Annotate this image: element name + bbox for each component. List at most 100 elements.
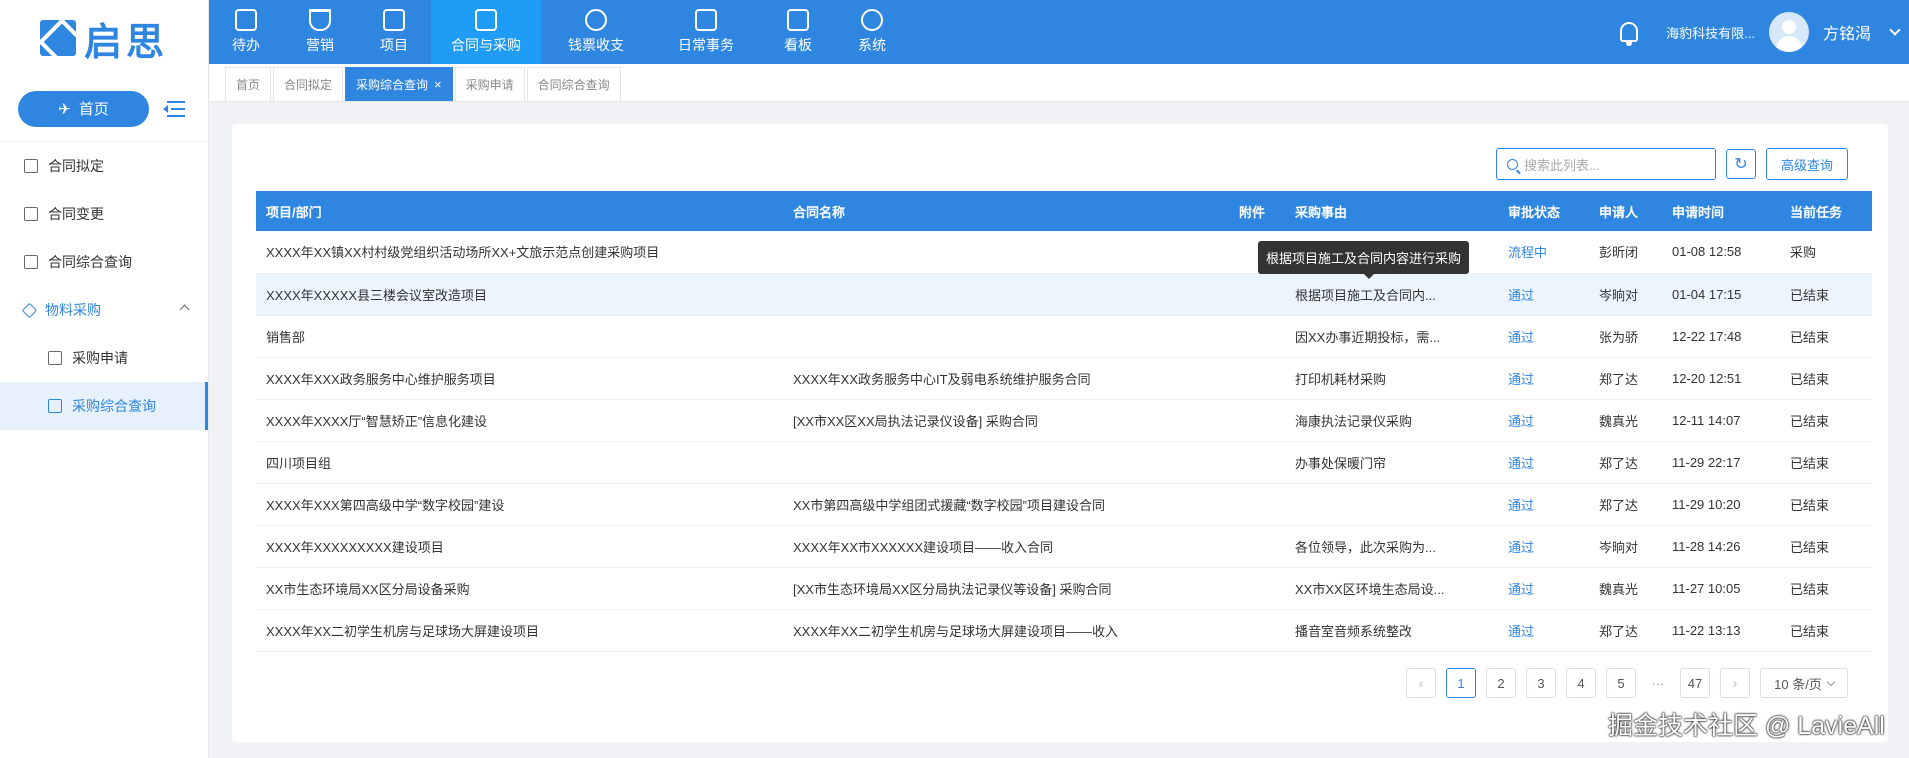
column-header[interactable]: 审批状态 [1498, 191, 1589, 231]
contract-settings-icon [475, 9, 497, 31]
table-row[interactable]: XXXX年XX二初学生机房与足球场大屏建设项目 XXXX年XX二初学生机房与足球场… [256, 609, 1872, 652]
column-header[interactable]: 当前任务 [1780, 191, 1872, 231]
sidebar-item-label: 合同综合查询 [48, 254, 132, 270]
cell-reason: 根据项目施工及合同内... [1285, 273, 1498, 316]
table-row[interactable]: XXXX年XX镇XX村村级党组织活动场所XX+文旅示范点创建采购项目 流程中 彭昕闭… [256, 231, 1872, 274]
cell-attach [1229, 399, 1285, 442]
tab-purchase-query[interactable]: 采购综合查询 × [345, 67, 453, 101]
cell-status[interactable]: 通过 [1498, 567, 1589, 610]
refresh-icon: ↻ [1734, 156, 1748, 173]
page-ellipsis[interactable]: ··· [1646, 668, 1670, 698]
cell-status[interactable]: 通过 [1498, 399, 1589, 442]
close-icon[interactable]: × [434, 77, 442, 92]
sidebar-item-purchase-query[interactable]: 采购综合查询 [0, 382, 208, 430]
logo[interactable]: 启思 [0, 0, 208, 76]
column-header[interactable]: 申请人 [1589, 191, 1662, 231]
column-header[interactable]: 采购事由 [1285, 191, 1498, 231]
page-button[interactable]: 4 [1566, 668, 1596, 698]
table-row[interactable]: XXXX年XXXXX县三楼会议室改造项目 根据项目施工及合同内... 通过 岑晌对 01… [256, 273, 1872, 316]
column-header[interactable]: 合同名称 [783, 191, 1229, 231]
tab-label: 采购综合查询 [356, 78, 429, 92]
next-page-button[interactable]: › [1720, 668, 1750, 698]
sidebar-item-contract-query[interactable]: 合同综合查询 [0, 238, 208, 286]
column-header[interactable]: 申请时间 [1662, 191, 1780, 231]
company-selector[interactable]: 海豹科技有限... [1666, 23, 1755, 42]
cell-status[interactable]: 流程中 [1498, 231, 1589, 274]
prev-page-button[interactable]: ‹ [1406, 668, 1436, 698]
cell-applicant: 郑了达 [1589, 441, 1662, 484]
cell-task: 已结束 [1780, 441, 1872, 484]
page-size-select[interactable]: 10 条/页 [1760, 668, 1848, 698]
table-row[interactable]: 四川项目组 办事处保暖门帘 通过 郑了达 11-29 22:17 已结束 [256, 441, 1872, 484]
search-input[interactable]: 搜索此列表... [1495, 148, 1716, 180]
cell-project: 销售部 [256, 315, 783, 358]
tab-contract-query[interactable]: 合同综合查询 [526, 67, 621, 101]
chevron-down-icon[interactable] [1889, 24, 1901, 36]
username[interactable]: 方铭渴 [1823, 20, 1871, 44]
nav-contract-purchase[interactable]: 合同与采购 [431, 0, 541, 64]
avatar[interactable] [1768, 12, 1809, 52]
cell-reason: 因XX办事近期投标，需... [1285, 315, 1498, 358]
cell-status[interactable]: 通过 [1498, 441, 1589, 484]
table-row[interactable]: XXXX年XXXX厅“智慧矫正”信息化建设 [XX市XX区XX局执法记录仪设备] … [256, 399, 1872, 442]
sidebar-item-contract-draft[interactable]: 合同拟定 [0, 142, 208, 190]
table-row[interactable]: XX市生态环境局XX区分局设备采购 [XX市生态环境局XX区分局执法记录仪等设备]… [256, 567, 1872, 610]
cell-contract: [XX市XX区XX局执法记录仪设备] 采购合同 [783, 399, 1229, 442]
refresh-button[interactable]: ↻ [1725, 149, 1756, 179]
home-button[interactable]: ✈ 首页 [18, 90, 149, 127]
page-button-last[interactable]: 47 [1680, 668, 1710, 698]
cell-attach [1229, 567, 1285, 610]
cell-status[interactable]: 通过 [1498, 525, 1589, 568]
todo-icon [235, 9, 257, 31]
cell-status[interactable]: 通过 [1498, 483, 1589, 526]
pagination: ‹ 1 2 3 4 5 ··· 47 › 10 条/页 [1406, 668, 1848, 698]
project-icon [383, 9, 405, 31]
contract-icon [24, 159, 38, 173]
nav-daily-affairs[interactable]: 日常事务 [651, 0, 761, 64]
collapse-menu-icon[interactable] [163, 100, 185, 118]
nav-system[interactable]: 系统 [835, 0, 909, 64]
table-row[interactable]: 销售部 因XX办事近期投标，需... 通过 张为骄 12-22 17:48 已结束 [256, 315, 1872, 358]
tab-label: 采购申请 [465, 78, 514, 92]
nav-marketing[interactable]: 营销 [283, 0, 357, 64]
tab-label: 首页 [236, 78, 261, 92]
nav-project[interactable]: 项目 [357, 0, 431, 64]
tab-purchase-request[interactable]: 采购申请 [454, 67, 525, 101]
sidebar-item-contract-change[interactable]: 合同变更 [0, 190, 208, 238]
cell-applicant: 郑了达 [1589, 609, 1662, 652]
cell-status[interactable]: 通过 [1498, 273, 1589, 316]
column-header[interactable]: 附件 [1229, 191, 1285, 231]
advanced-search-button[interactable]: 高级查询 [1765, 148, 1848, 180]
page-button[interactable]: 1 [1446, 668, 1476, 698]
cell-status[interactable]: 通过 [1498, 609, 1589, 652]
nav-label: 营销 [306, 37, 334, 53]
sidebar-item-label: 合同拟定 [48, 158, 104, 174]
cell-applicant: 岑晌对 [1589, 273, 1662, 316]
purchase-table: 项目/部门 合同名称 附件 采购事由 审批状态 申请人 申请时间 当前任务 XX… [256, 191, 1872, 652]
sidebar-group-material-purchase[interactable]: 物料采购 [0, 286, 208, 334]
table-row[interactable]: XXXX年XXX政务服务中心维护服务项目 XXXX年XX政务服务中心IT及弱电系统… [256, 357, 1872, 400]
cell-attach [1229, 357, 1285, 400]
cell-status[interactable]: 通过 [1498, 357, 1589, 400]
page-button[interactable]: 2 [1486, 668, 1516, 698]
bell-icon[interactable] [1620, 22, 1639, 46]
nav-dashboard[interactable]: 看板 [761, 0, 835, 64]
column-header[interactable]: 项目/部门 [256, 191, 783, 231]
cell-project: XXXX年XX镇XX村村级党组织活动场所XX+文旅示范点创建采购项目 [256, 231, 783, 274]
sidebar-item-label: 物料采购 [45, 302, 101, 318]
cell-attach [1229, 273, 1285, 316]
sidebar-item-purchase-request[interactable]: 采购申请 [0, 334, 208, 382]
cell-time: 12-20 12:51 [1662, 357, 1780, 400]
table-row[interactable]: XXXX年XXX第四高级中学“数字校园”建设 XX市第四高级中学组团式援藏“数字校… [256, 483, 1872, 526]
tab-home[interactable]: 首页 [225, 67, 272, 101]
page-button[interactable]: 3 [1526, 668, 1556, 698]
page-button[interactable]: 5 [1606, 668, 1636, 698]
tab-contract-draft[interactable]: 合同拟定 [273, 67, 344, 101]
tooltip: 根据项目施工及合同内容进行采购 [1258, 241, 1470, 279]
cell-status[interactable]: 通过 [1498, 315, 1589, 358]
cell-task: 已结束 [1780, 399, 1872, 442]
nav-todo[interactable]: 待办 [209, 0, 283, 64]
cell-contract: XXXX年XX政务服务中心IT及弱电系统维护服务合同 [783, 357, 1229, 400]
nav-finance[interactable]: 钱票收支 [541, 0, 651, 64]
table-row[interactable]: XXXX年XXXXXXXXX建设项目 XXXX年XX市XXXXXX建设项目——收入… [256, 525, 1872, 568]
